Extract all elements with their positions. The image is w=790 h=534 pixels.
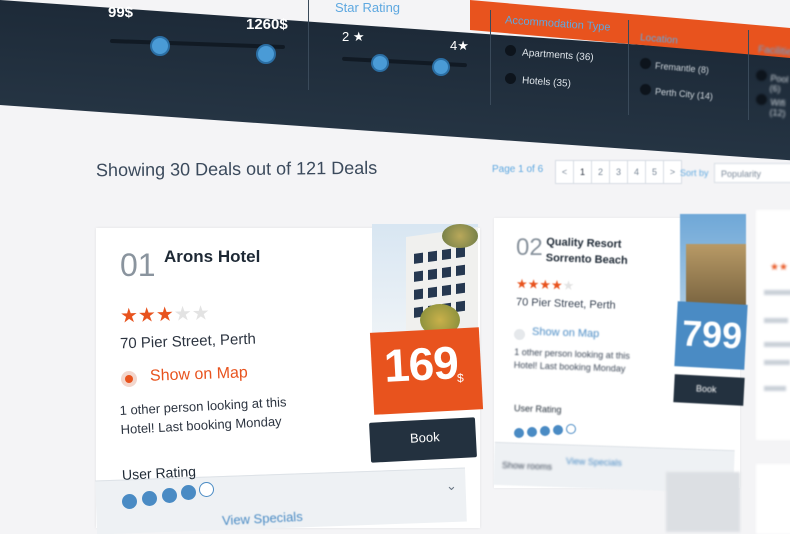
user-rating-dot	[514, 428, 524, 438]
star-rating-title: Star Rating	[335, 0, 401, 15]
hotel-number: 01	[120, 247, 156, 283]
hotel-star-rating: ★★★★★	[120, 300, 211, 328]
facilities-option-radio[interactable]	[756, 94, 767, 105]
pagination-page-button[interactable]: 1	[573, 160, 592, 184]
star-icon: ★	[527, 276, 540, 292]
book-button-label[interactable]: Book	[696, 383, 717, 394]
pagination-prev-button[interactable]: <	[555, 160, 574, 184]
view-specials-link[interactable]: View Specials	[566, 456, 622, 468]
booking-activity-text	[764, 342, 790, 347]
user-rating-dot	[142, 491, 157, 506]
user-rating-dot	[553, 425, 563, 435]
facilities-option-label[interactable]: Pool (6)	[769, 73, 790, 95]
star-icon: ★	[352, 29, 365, 44]
hotel-star-rating: ★★★★★	[516, 276, 575, 294]
user-rating-dot	[181, 485, 196, 500]
user-rating-dot	[566, 424, 576, 434]
star-icon: ★	[155, 303, 175, 327]
accommodation-option-radio[interactable]	[505, 73, 516, 84]
pagination-page-button[interactable]: 5	[645, 160, 664, 184]
chevron-down-icon[interactable]: ⌄	[446, 478, 457, 494]
show-on-map-link[interactable]	[764, 318, 788, 323]
pagination: < 1 2 3 4 5 >	[555, 160, 682, 184]
price-slider-min-handle[interactable]	[150, 36, 170, 56]
star-slider-max-handle[interactable]	[432, 58, 450, 76]
user-rating-dot	[122, 494, 137, 509]
price-currency: $	[456, 370, 465, 386]
user-rating-label	[764, 386, 786, 391]
star-icon: ★	[457, 38, 469, 53]
star-icon: ★	[137, 304, 157, 327]
star-icon: ★	[539, 276, 552, 293]
hotel-photo[interactable]	[680, 214, 746, 306]
facilities-option-label[interactable]: Wifi (12)	[769, 97, 790, 119]
user-rating-dot	[162, 488, 177, 503]
star-icon: ★	[550, 277, 563, 293]
star-icon: ★	[562, 277, 575, 294]
pagination-page-button[interactable]: 2	[591, 160, 610, 184]
hotel-card	[756, 210, 790, 440]
user-rating-dot	[199, 482, 214, 497]
hotel-name[interactable]: Quality Resort Sorrento Beach	[545, 234, 656, 270]
hotel-card	[666, 472, 740, 532]
hotel-photo-building	[686, 244, 746, 306]
hotel-card	[756, 464, 790, 534]
star-icon: ★★	[770, 262, 788, 273]
star-rating-max-label: 4★	[450, 38, 469, 53]
booking-activity-text: 1 other person looking at this Hotel! La…	[513, 346, 630, 374]
filter-divider	[308, 0, 309, 90]
show-on-map-link[interactable]: Show on Map	[150, 364, 248, 385]
price-min-label: 99$	[108, 4, 134, 21]
map-marker-icon	[514, 329, 525, 340]
filter-divider	[490, 10, 491, 105]
accommodation-option-radio[interactable]	[505, 45, 516, 56]
hotel-price: 169	[382, 336, 460, 392]
user-rating-label: User Rating	[513, 403, 562, 415]
hotel-photo-tree	[442, 224, 478, 248]
user-rating-dot	[540, 426, 550, 436]
star-icon: ★	[191, 302, 211, 326]
results-count: Showing 30 Deals out of 121 Deals	[95, 157, 378, 181]
show-on-map-link[interactable]: Show on Map	[532, 326, 600, 340]
facilities-option-radio[interactable]	[756, 70, 767, 81]
hotel-name[interactable]: Arons Hotel	[164, 247, 260, 267]
star-slider-min-handle[interactable]	[371, 54, 389, 72]
hotel-address	[764, 290, 790, 295]
pagination-page-button[interactable]: 3	[609, 160, 628, 184]
hotel-price: 799	[680, 312, 744, 357]
star-icon: ★	[173, 303, 193, 326]
star-icon: ★	[515, 275, 528, 292]
sort-select[interactable]: Popularity	[714, 163, 790, 183]
location-option-radio[interactable]	[640, 58, 651, 69]
user-rating-dot	[527, 427, 537, 437]
book-button-label[interactable]: Book	[410, 429, 440, 446]
show-rooms-button[interactable]: Show rooms	[502, 460, 552, 472]
location-option-radio[interactable]	[640, 84, 651, 95]
map-marker-icon	[121, 371, 137, 387]
hotel-number: 02	[516, 234, 543, 261]
sort-label: Sort by	[680, 168, 709, 178]
price-slider-max-handle[interactable]	[256, 44, 276, 64]
booking-activity-text	[764, 360, 790, 365]
star-icon: ★	[119, 304, 139, 328]
page-info: Page 1 of 6	[492, 164, 544, 175]
hotel-photo[interactable]	[372, 224, 478, 336]
filter-divider	[748, 30, 749, 120]
price-max-label: 1260$	[246, 16, 288, 33]
pagination-page-button[interactable]: 4	[627, 160, 646, 184]
filter-divider	[628, 20, 629, 115]
star-rating-min-label: 2 ★	[342, 29, 365, 44]
